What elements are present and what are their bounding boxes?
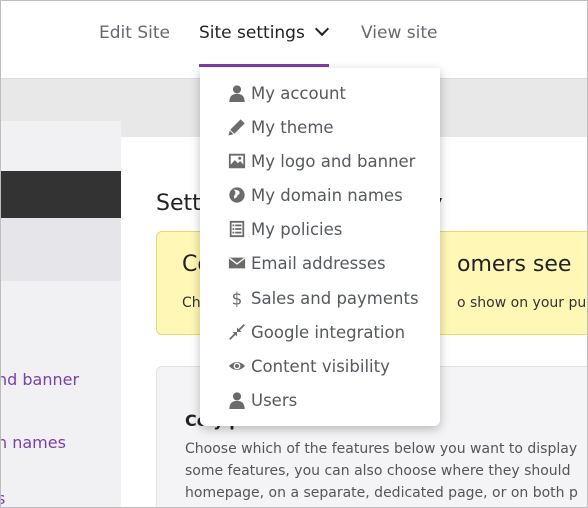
menu-item-label: Content visibility: [251, 356, 390, 376]
user-icon: [227, 83, 247, 103]
nav-edit-site[interactable]: Edit Site: [99, 23, 170, 43]
sidebar-item-logo-banner[interactable]: nd banner: [1, 370, 79, 389]
user-icon: [227, 390, 247, 410]
card-text-line: some features, you can also choose where…: [185, 463, 571, 479]
nav-site-settings[interactable]: Site settings: [199, 21, 329, 43]
menu-item-label: My policies: [251, 219, 343, 239]
menu-item-label: My theme: [251, 117, 334, 137]
eye-icon: [227, 356, 247, 376]
app-window: Edit Site Site settings View site t nd b…: [0, 0, 588, 508]
menu-item-label: My logo and banner: [251, 151, 416, 171]
dollar-icon: $: [227, 288, 247, 308]
menu-item-label: Google integration: [251, 322, 406, 342]
sidebar-item-my-account[interactable]: t: [1, 243, 2, 262]
image-icon: [227, 151, 247, 171]
menu-item-label: My domain names: [251, 185, 403, 205]
menu-item-email-addresses[interactable]: Email addresses: [227, 250, 386, 276]
globe-icon: [227, 185, 247, 205]
menu-item-label: Users: [251, 390, 298, 410]
svg-text:$: $: [232, 289, 243, 307]
list-icon: [227, 219, 247, 239]
pencil-icon: [227, 117, 247, 137]
card-text-line: homepage, on a separate, dedicated page,…: [185, 485, 578, 501]
menu-item-my-logo-banner[interactable]: My logo and banner: [227, 148, 415, 174]
menu-item-label: Email addresses: [251, 253, 386, 273]
menu-item-users[interactable]: Users: [227, 387, 297, 413]
notice-text: Ch: [182, 295, 201, 311]
chevron-down-icon: [314, 21, 329, 37]
sidebar-active-item: [1, 218, 121, 281]
menu-item-label: Sales and payments: [251, 288, 419, 308]
menu-item-my-policies[interactable]: My policies: [227, 216, 342, 242]
menu-item-my-theme[interactable]: My theme: [227, 114, 334, 140]
sidebar-header: [1, 171, 121, 218]
page-title: Sett: [156, 191, 201, 216]
sidebar-item-policies[interactable]: s: [1, 489, 5, 507]
site-settings-dropdown: My account My theme My logo and banner M…: [200, 68, 440, 426]
active-tab-indicator: [199, 64, 329, 67]
menu-item-label: My account: [251, 83, 346, 103]
nav-site-settings-label: Site settings: [199, 23, 305, 43]
menu-item-my-account[interactable]: My account: [227, 80, 346, 106]
menu-item-content-visibility[interactable]: Content visibility: [227, 353, 390, 379]
menu-item-sales-payments[interactable]: $ Sales and payments: [227, 285, 419, 311]
arrows-compress-icon: [227, 322, 247, 342]
card-text-line: Choose which of the features below you w…: [185, 441, 578, 457]
menu-item-google-integration[interactable]: Google integration: [227, 319, 405, 345]
notice-text-end: o show on your publ: [457, 295, 588, 311]
notice-title-end: omers see: [457, 252, 572, 277]
envelope-icon: [227, 253, 247, 273]
menu-item-my-domain-names[interactable]: My domain names: [227, 182, 403, 208]
nav-view-site[interactable]: View site: [361, 23, 437, 43]
sidebar-item-domain-names[interactable]: n names: [1, 433, 66, 452]
